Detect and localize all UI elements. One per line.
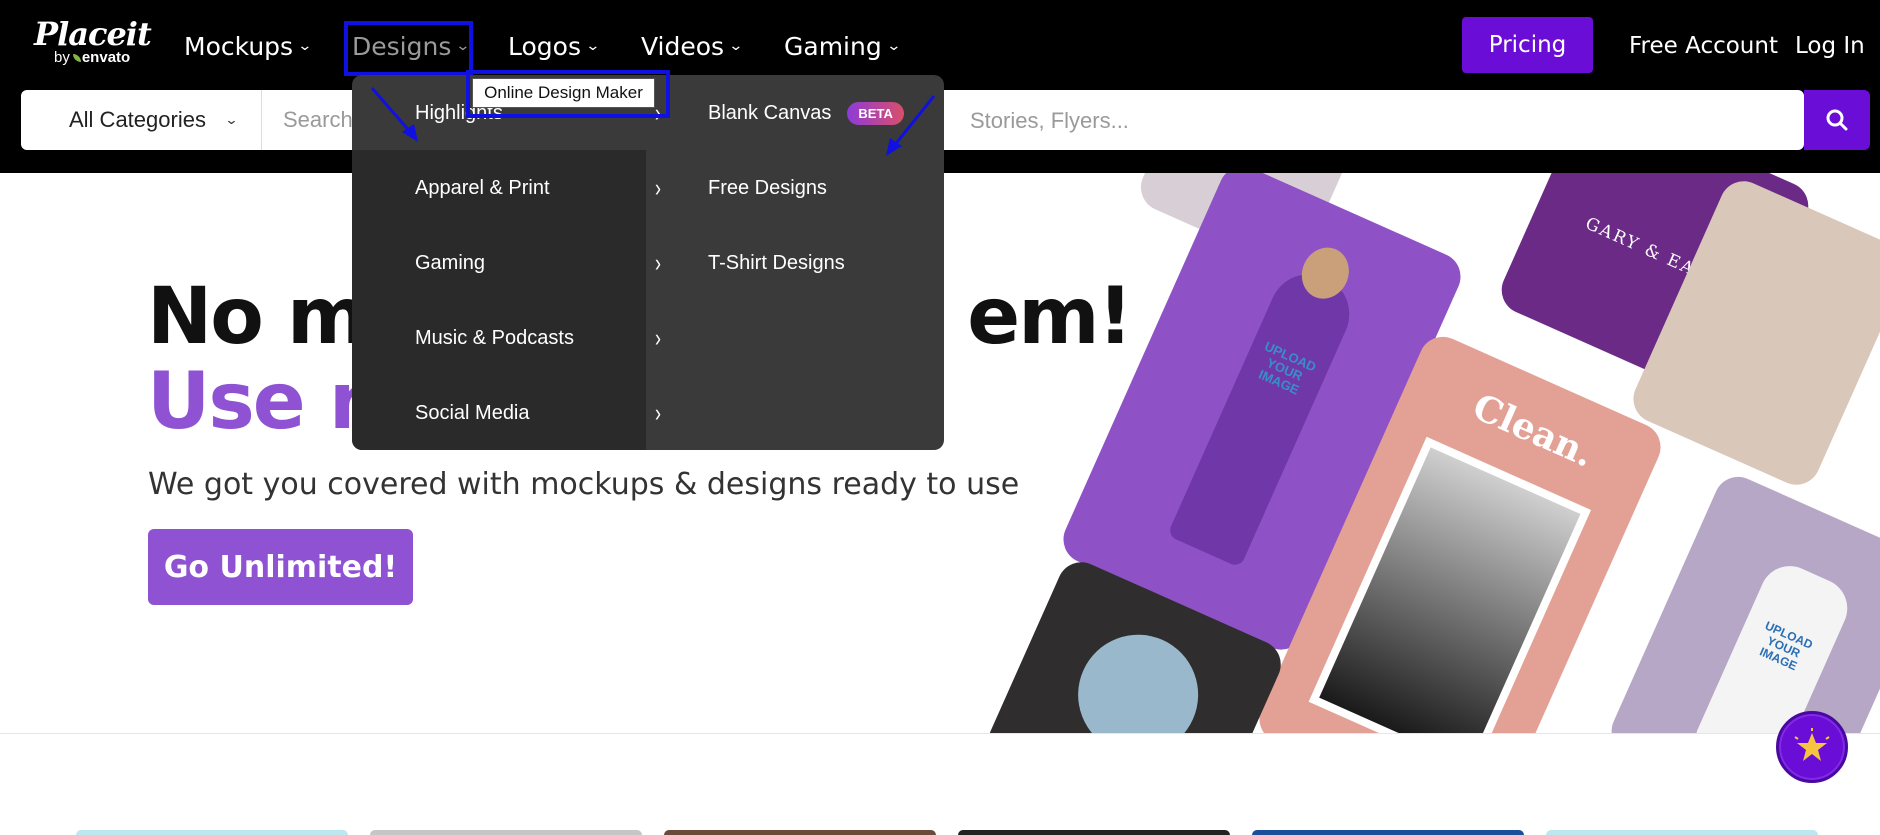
annotation-arrow-left [370,87,414,135]
annotation-arrow-right [892,95,936,147]
annotation-arrows [370,87,936,156]
